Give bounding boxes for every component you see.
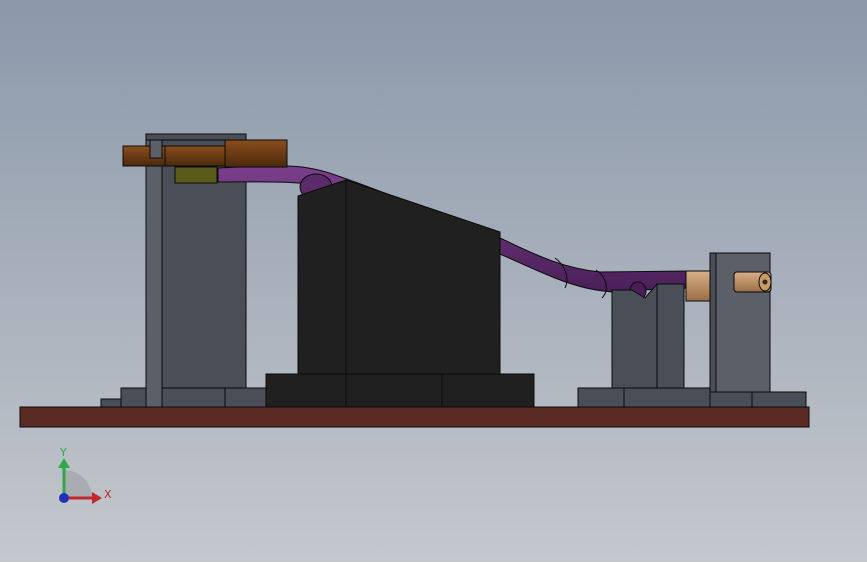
left-upright-top-lip bbox=[145, 133, 247, 141]
right-upright-inner bbox=[709, 252, 717, 393]
cad-viewport[interactable]: Y X bbox=[0, 0, 867, 562]
right-foot-right bbox=[709, 391, 753, 408]
left-foot-main bbox=[160, 387, 226, 408]
right-foot-mid bbox=[623, 387, 711, 408]
x-axis-label: X bbox=[104, 488, 112, 501]
y-axis-label: Y bbox=[59, 446, 67, 459]
bronze-pin-head bbox=[224, 139, 288, 168]
left-foot-right bbox=[224, 387, 268, 408]
brass-sleeve-left bbox=[685, 270, 711, 302]
olive-block bbox=[174, 166, 218, 184]
left-upright-front-strip bbox=[149, 139, 163, 159]
right-foot-left bbox=[577, 387, 625, 408]
base-plate[interactable] bbox=[19, 406, 810, 428]
z-axis-dot bbox=[59, 493, 69, 503]
right-foot-end bbox=[751, 391, 807, 408]
brass-pin-hole bbox=[762, 279, 768, 285]
model-canvas[interactable]: Y X bbox=[0, 0, 867, 562]
left-upright-plate bbox=[145, 133, 163, 408]
center-block-foot-left bbox=[265, 373, 347, 408]
right-cradle bbox=[611, 283, 685, 389]
center-block-foot-mid bbox=[345, 373, 443, 408]
left-foot-small bbox=[100, 398, 122, 408]
bronze-pin-mid bbox=[164, 145, 226, 167]
center-block-foot-right bbox=[441, 373, 535, 408]
